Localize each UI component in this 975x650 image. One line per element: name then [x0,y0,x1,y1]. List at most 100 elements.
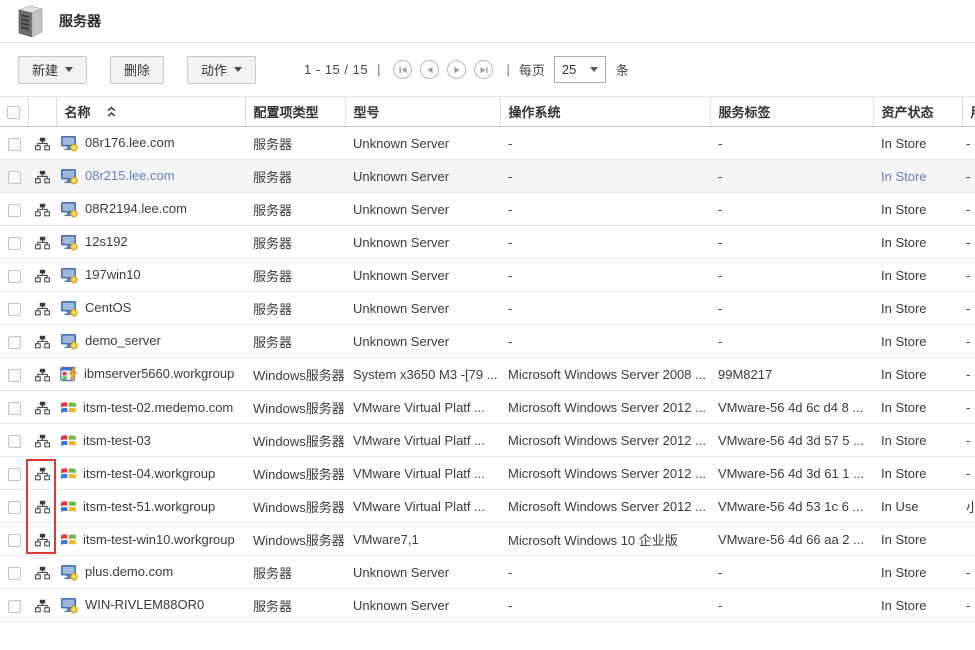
relations-tree-icon[interactable] [35,401,50,415]
new-button[interactable]: 新建 [18,56,87,84]
asset-status-cell: In Store [873,127,962,160]
row-checkbox[interactable] [8,138,21,151]
server-name-link[interactable]: 08R2194.lee.com [85,202,187,217]
relations-tree-icon[interactable] [35,137,50,151]
tree-cell [28,193,56,226]
server-name-link[interactable]: itsm-test-51.workgroup [83,499,215,514]
server-name-link[interactable]: 197win10 [85,268,141,283]
relations-tree-icon[interactable] [35,566,50,580]
ci-type-cell: 服务器 [245,226,345,259]
row-checkbox[interactable] [8,171,21,184]
server-name-link[interactable]: WIN-RIVLEM88OR0 [85,598,204,613]
server-node-icon [60,333,79,350]
row-checkbox[interactable] [8,501,21,514]
model-cell: Unknown Server [345,193,500,226]
name-cell: 08r215.lee.com [56,160,245,193]
server-name-link[interactable]: CentOS [85,301,131,316]
user-cell: - [962,424,975,457]
tree-cell [28,292,56,325]
row-checkbox[interactable] [8,567,21,580]
row-checkbox[interactable] [8,534,21,547]
ci-type-cell: Windows服务器 [245,391,345,424]
relations-tree-icon[interactable] [35,434,50,448]
service-tag-cell: VMware-56 4d 6c d4 8 ... [710,391,873,424]
column-header-asset-status[interactable]: 资产状态 [873,97,962,127]
server-name-link[interactable]: demo_server [85,334,161,349]
row-checkbox[interactable] [8,402,21,415]
row-checkbox[interactable] [8,600,21,613]
asset-status-cell: In Store [873,325,962,358]
row-checkbox[interactable] [8,204,21,217]
row-checkbox[interactable] [8,303,21,316]
column-header-model[interactable]: 型号 [345,97,500,127]
previous-page-icon[interactable] [420,60,439,79]
table-row: CentOS服务器Unknown Server--In Store- [0,292,975,325]
table-row: itsm-test-win10.workgroupWindows服务器VMwar… [0,523,975,556]
relations-tree-icon[interactable] [35,236,50,250]
row-checkbox[interactable] [8,369,21,382]
server-name-link[interactable]: itsm-test-04.workgroup [83,466,215,481]
checkbox-cell [0,127,28,160]
server-name-link[interactable]: ibmserver5660.workgroup [84,367,234,382]
asset-status-cell: In Store [873,160,962,193]
pagination-range: 1 - 15 / 15 [304,62,368,77]
server-name-link[interactable]: itsm-test-win10.workgroup [83,532,235,547]
first-page-icon[interactable] [393,60,412,79]
relations-tree-icon[interactable] [35,368,50,382]
service-tag-cell: - [710,127,873,160]
server-name-link[interactable]: 08r215.lee.com [85,169,175,184]
pagination-divider: | [377,62,380,77]
row-checkbox[interactable] [8,237,21,250]
next-page-icon[interactable] [447,60,466,79]
server-name-link[interactable]: itsm-test-02.medemo.com [83,400,233,415]
os-cell: Microsoft Windows 10 企业版 [500,523,710,556]
server-name-link[interactable]: 12s192 [85,235,128,250]
relations-tree-icon[interactable] [35,335,50,349]
last-page-icon[interactable] [474,60,493,79]
column-header-user[interactable]: 用 [962,97,975,127]
tree-cell [28,160,56,193]
relations-tree-icon[interactable] [35,500,50,514]
relations-tree-icon[interactable] [35,599,50,613]
user-cell: - [962,325,975,358]
row-checkbox[interactable] [8,435,21,448]
relations-tree-icon[interactable] [35,467,50,481]
table-row: 08r176.lee.com服务器Unknown Server--In Stor… [0,127,975,160]
os-cell: Microsoft Windows Server 2012 ... [500,490,710,523]
column-header-service-tag[interactable]: 服务标签 [710,97,873,127]
windows-flag-icon [60,532,77,547]
user-cell: - [962,226,975,259]
server-name-link[interactable]: plus.demo.com [85,565,173,580]
relations-tree-icon[interactable] [35,203,50,217]
row-checkbox[interactable] [8,336,21,349]
server-table-wrap: 名称 配置项类型 型号 操作系统 服务标签 资产状态 用 08r176.lee.… [0,96,975,622]
delete-button[interactable]: 删除 [110,56,164,84]
checkbox-cell [0,424,28,457]
relations-tree-icon[interactable] [35,269,50,283]
user-cell: - [962,457,975,490]
row-checkbox[interactable] [8,270,21,283]
row-checkbox[interactable] [8,468,21,481]
column-header-ci-type[interactable]: 配置项类型 [245,97,345,127]
per-page-select[interactable]: 25 [554,56,606,83]
tree-cell [28,523,56,556]
sort-ascending-icon [107,106,116,117]
name-cell: itsm-test-04.workgroup [56,457,245,490]
select-all-checkbox[interactable] [7,106,20,119]
relations-tree-icon[interactable] [35,533,50,547]
server-name-link[interactable]: itsm-test-03 [83,433,151,448]
column-header-os[interactable]: 操作系统 [500,97,710,127]
action-button[interactable]: 动作 [187,56,256,84]
server-name-link[interactable]: 08r176.lee.com [85,136,175,151]
service-tag-cell: - [710,556,873,589]
relations-tree-icon[interactable] [35,170,50,184]
windows-flag-icon [60,499,77,514]
relations-tree-icon[interactable] [35,302,50,316]
column-header-name[interactable]: 名称 [56,97,245,127]
ci-type-cell: Windows服务器 [245,358,345,391]
tree-cell [28,325,56,358]
checkbox-cell [0,457,28,490]
table-row: itsm-test-03Windows服务器VMware Virtual Pla… [0,424,975,457]
asset-status-cell: In Store [873,523,962,556]
table-row: itsm-test-51.workgroupWindows服务器VMware V… [0,490,975,523]
